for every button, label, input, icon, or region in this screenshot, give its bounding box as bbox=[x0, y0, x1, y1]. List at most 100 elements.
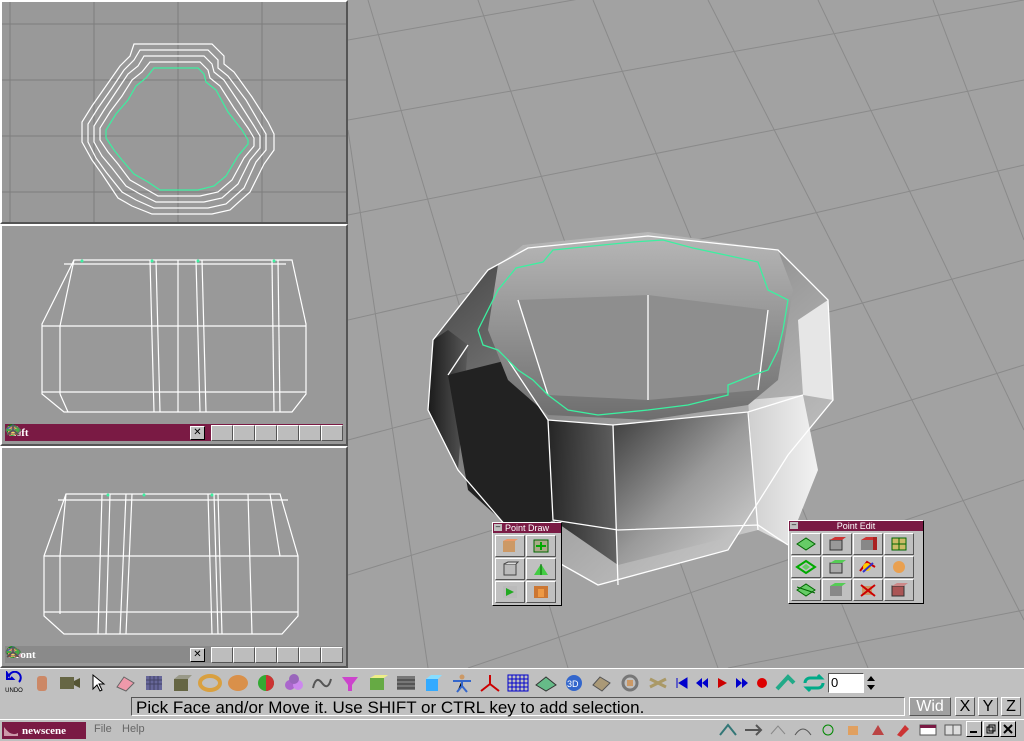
bend-object-icon[interactable] bbox=[884, 533, 914, 555]
path-tool-icon[interactable] bbox=[308, 671, 336, 695]
close-viewport-button[interactable]: ✕ bbox=[190, 425, 205, 440]
point-edit-palette[interactable]: – Point Edit bbox=[788, 520, 924, 604]
window-icon[interactable] bbox=[916, 721, 940, 739]
weld-points-icon[interactable] bbox=[853, 556, 883, 578]
frame-spinner-icon[interactable] bbox=[864, 671, 878, 695]
top-viewport[interactable] bbox=[0, 0, 348, 224]
minimize-window-icon[interactable] bbox=[966, 721, 982, 737]
front-viewport[interactable]: Front ✕ bbox=[0, 446, 348, 668]
pan-view-icon[interactable] bbox=[6, 646, 233, 663]
track-view-icon[interactable] bbox=[6, 424, 299, 441]
menu-help[interactable]: Help bbox=[122, 723, 145, 735]
record-icon[interactable] bbox=[752, 671, 772, 695]
paint-icon[interactable] bbox=[891, 721, 915, 739]
minimize-palette-button[interactable]: – bbox=[790, 521, 798, 529]
point-draw-palette[interactable]: – Point Draw bbox=[492, 522, 562, 606]
axis-z-button[interactable]: Z bbox=[1001, 697, 1021, 716]
lathe-points-icon[interactable] bbox=[526, 558, 556, 580]
sphere-icon[interactable] bbox=[224, 671, 252, 695]
orbit-camera-icon[interactable] bbox=[616, 671, 644, 695]
extrude-points-icon[interactable] bbox=[495, 558, 525, 580]
frame-input[interactable]: 0 bbox=[828, 672, 864, 693]
front-viewport-label: Front bbox=[9, 648, 36, 661]
arrow-view-icon[interactable] bbox=[741, 721, 765, 739]
view-3d-icon[interactable]: 3D bbox=[560, 671, 588, 695]
rotate-view-icon[interactable] bbox=[5, 646, 255, 663]
connect-points-icon[interactable] bbox=[822, 579, 852, 601]
minimize-palette-button[interactable]: – bbox=[494, 523, 502, 531]
loop-play-icon[interactable] bbox=[800, 671, 828, 695]
select-view-icon[interactable] bbox=[766, 721, 790, 739]
zoom-view-icon[interactable] bbox=[7, 646, 277, 663]
slice-object-icon[interactable] bbox=[791, 579, 821, 601]
rewind-start-icon[interactable] bbox=[672, 671, 692, 695]
track-view-icon[interactable] bbox=[6, 646, 299, 663]
pan-view-icon[interactable] bbox=[6, 424, 233, 441]
draw-polyline-icon[interactable] bbox=[495, 535, 525, 557]
menu-file[interactable]: File bbox=[94, 723, 112, 735]
pan-camera-icon[interactable] bbox=[588, 671, 616, 695]
walk-camera-icon[interactable] bbox=[644, 671, 672, 695]
rotate-small-icon[interactable] bbox=[841, 721, 865, 739]
status-bar: Pick Face and/or Move it. Use SHIFT or C… bbox=[0, 695, 1024, 719]
restore-window-icon[interactable] bbox=[983, 721, 999, 737]
zoom-small-icon[interactable] bbox=[866, 721, 890, 739]
film-strip-icon[interactable] bbox=[392, 671, 420, 695]
front-viewport-titlebar[interactable]: Front ✕ bbox=[5, 646, 343, 663]
pick-point-icon[interactable] bbox=[791, 533, 821, 555]
axis-view-icon[interactable] bbox=[6, 424, 343, 441]
left-viewport[interactable]: Left ✕ bbox=[0, 224, 348, 446]
close-window-icon[interactable] bbox=[1000, 721, 1016, 737]
light-icon[interactable] bbox=[336, 671, 364, 695]
detach-faces-icon[interactable] bbox=[884, 579, 914, 601]
face-select-icon[interactable] bbox=[822, 556, 852, 578]
pan-small-icon[interactable] bbox=[816, 721, 840, 739]
skin-points-icon[interactable] bbox=[526, 581, 556, 603]
texture-map-icon[interactable] bbox=[364, 671, 392, 695]
play-icon[interactable] bbox=[712, 671, 732, 695]
axis-x-button[interactable]: X bbox=[955, 697, 975, 716]
cube-blue-icon[interactable] bbox=[420, 671, 448, 695]
sweep-points-icon[interactable] bbox=[495, 581, 525, 603]
render-view-icon[interactable] bbox=[5, 424, 321, 441]
axis-y-button[interactable]: Y bbox=[978, 697, 998, 716]
material-icon[interactable] bbox=[280, 671, 308, 695]
cylinder-icon[interactable] bbox=[28, 671, 56, 695]
pick-face-icon[interactable] bbox=[822, 533, 852, 555]
zoom-view-icon[interactable] bbox=[7, 424, 277, 441]
undo-button[interactable]: UNDO bbox=[0, 669, 28, 695]
checker-icon[interactable] bbox=[140, 671, 168, 695]
key-frame-icon[interactable] bbox=[772, 671, 800, 695]
delete-points-icon[interactable] bbox=[853, 579, 883, 601]
rotate-view-icon[interactable] bbox=[5, 424, 255, 441]
axes-icon[interactable] bbox=[476, 671, 504, 695]
step-forward-icon[interactable] bbox=[732, 671, 752, 695]
camera-icon[interactable] bbox=[56, 671, 84, 695]
color-ball-icon[interactable] bbox=[252, 671, 280, 695]
scene-title-tab[interactable]: newscene bbox=[2, 722, 86, 739]
curve-view-icon[interactable] bbox=[791, 721, 815, 739]
left-viewport-titlebar[interactable]: Left ✕ bbox=[5, 424, 343, 441]
torus-icon[interactable] bbox=[196, 671, 224, 695]
pick-object-icon[interactable] bbox=[853, 533, 883, 555]
add-points-icon[interactable] bbox=[526, 535, 556, 557]
arrow-select-icon[interactable] bbox=[84, 671, 112, 695]
render-view-icon[interactable] bbox=[5, 646, 321, 663]
close-viewport-button[interactable]: ✕ bbox=[190, 647, 205, 662]
figure-icon[interactable] bbox=[448, 671, 476, 695]
move-tool-icon[interactable] bbox=[112, 671, 140, 695]
ground-plane-icon[interactable] bbox=[532, 671, 560, 695]
axis-view-icon[interactable] bbox=[6, 646, 343, 663]
point-draw-titlebar[interactable]: – Point Draw bbox=[493, 523, 561, 533]
layout-icon[interactable] bbox=[941, 721, 965, 739]
step-back-icon[interactable] bbox=[692, 671, 712, 695]
width-button[interactable]: Wid bbox=[909, 697, 951, 716]
box-object-icon[interactable] bbox=[168, 671, 196, 695]
grid-icon[interactable] bbox=[504, 671, 532, 695]
loop-select-icon[interactable] bbox=[791, 556, 821, 578]
scene-logo-icon bbox=[4, 726, 18, 736]
move-view-icon[interactable] bbox=[716, 721, 740, 739]
smooth-object-icon[interactable] bbox=[884, 556, 914, 578]
scene-name: newscene bbox=[22, 724, 66, 737]
point-edit-titlebar[interactable]: – Point Edit bbox=[789, 521, 923, 531]
